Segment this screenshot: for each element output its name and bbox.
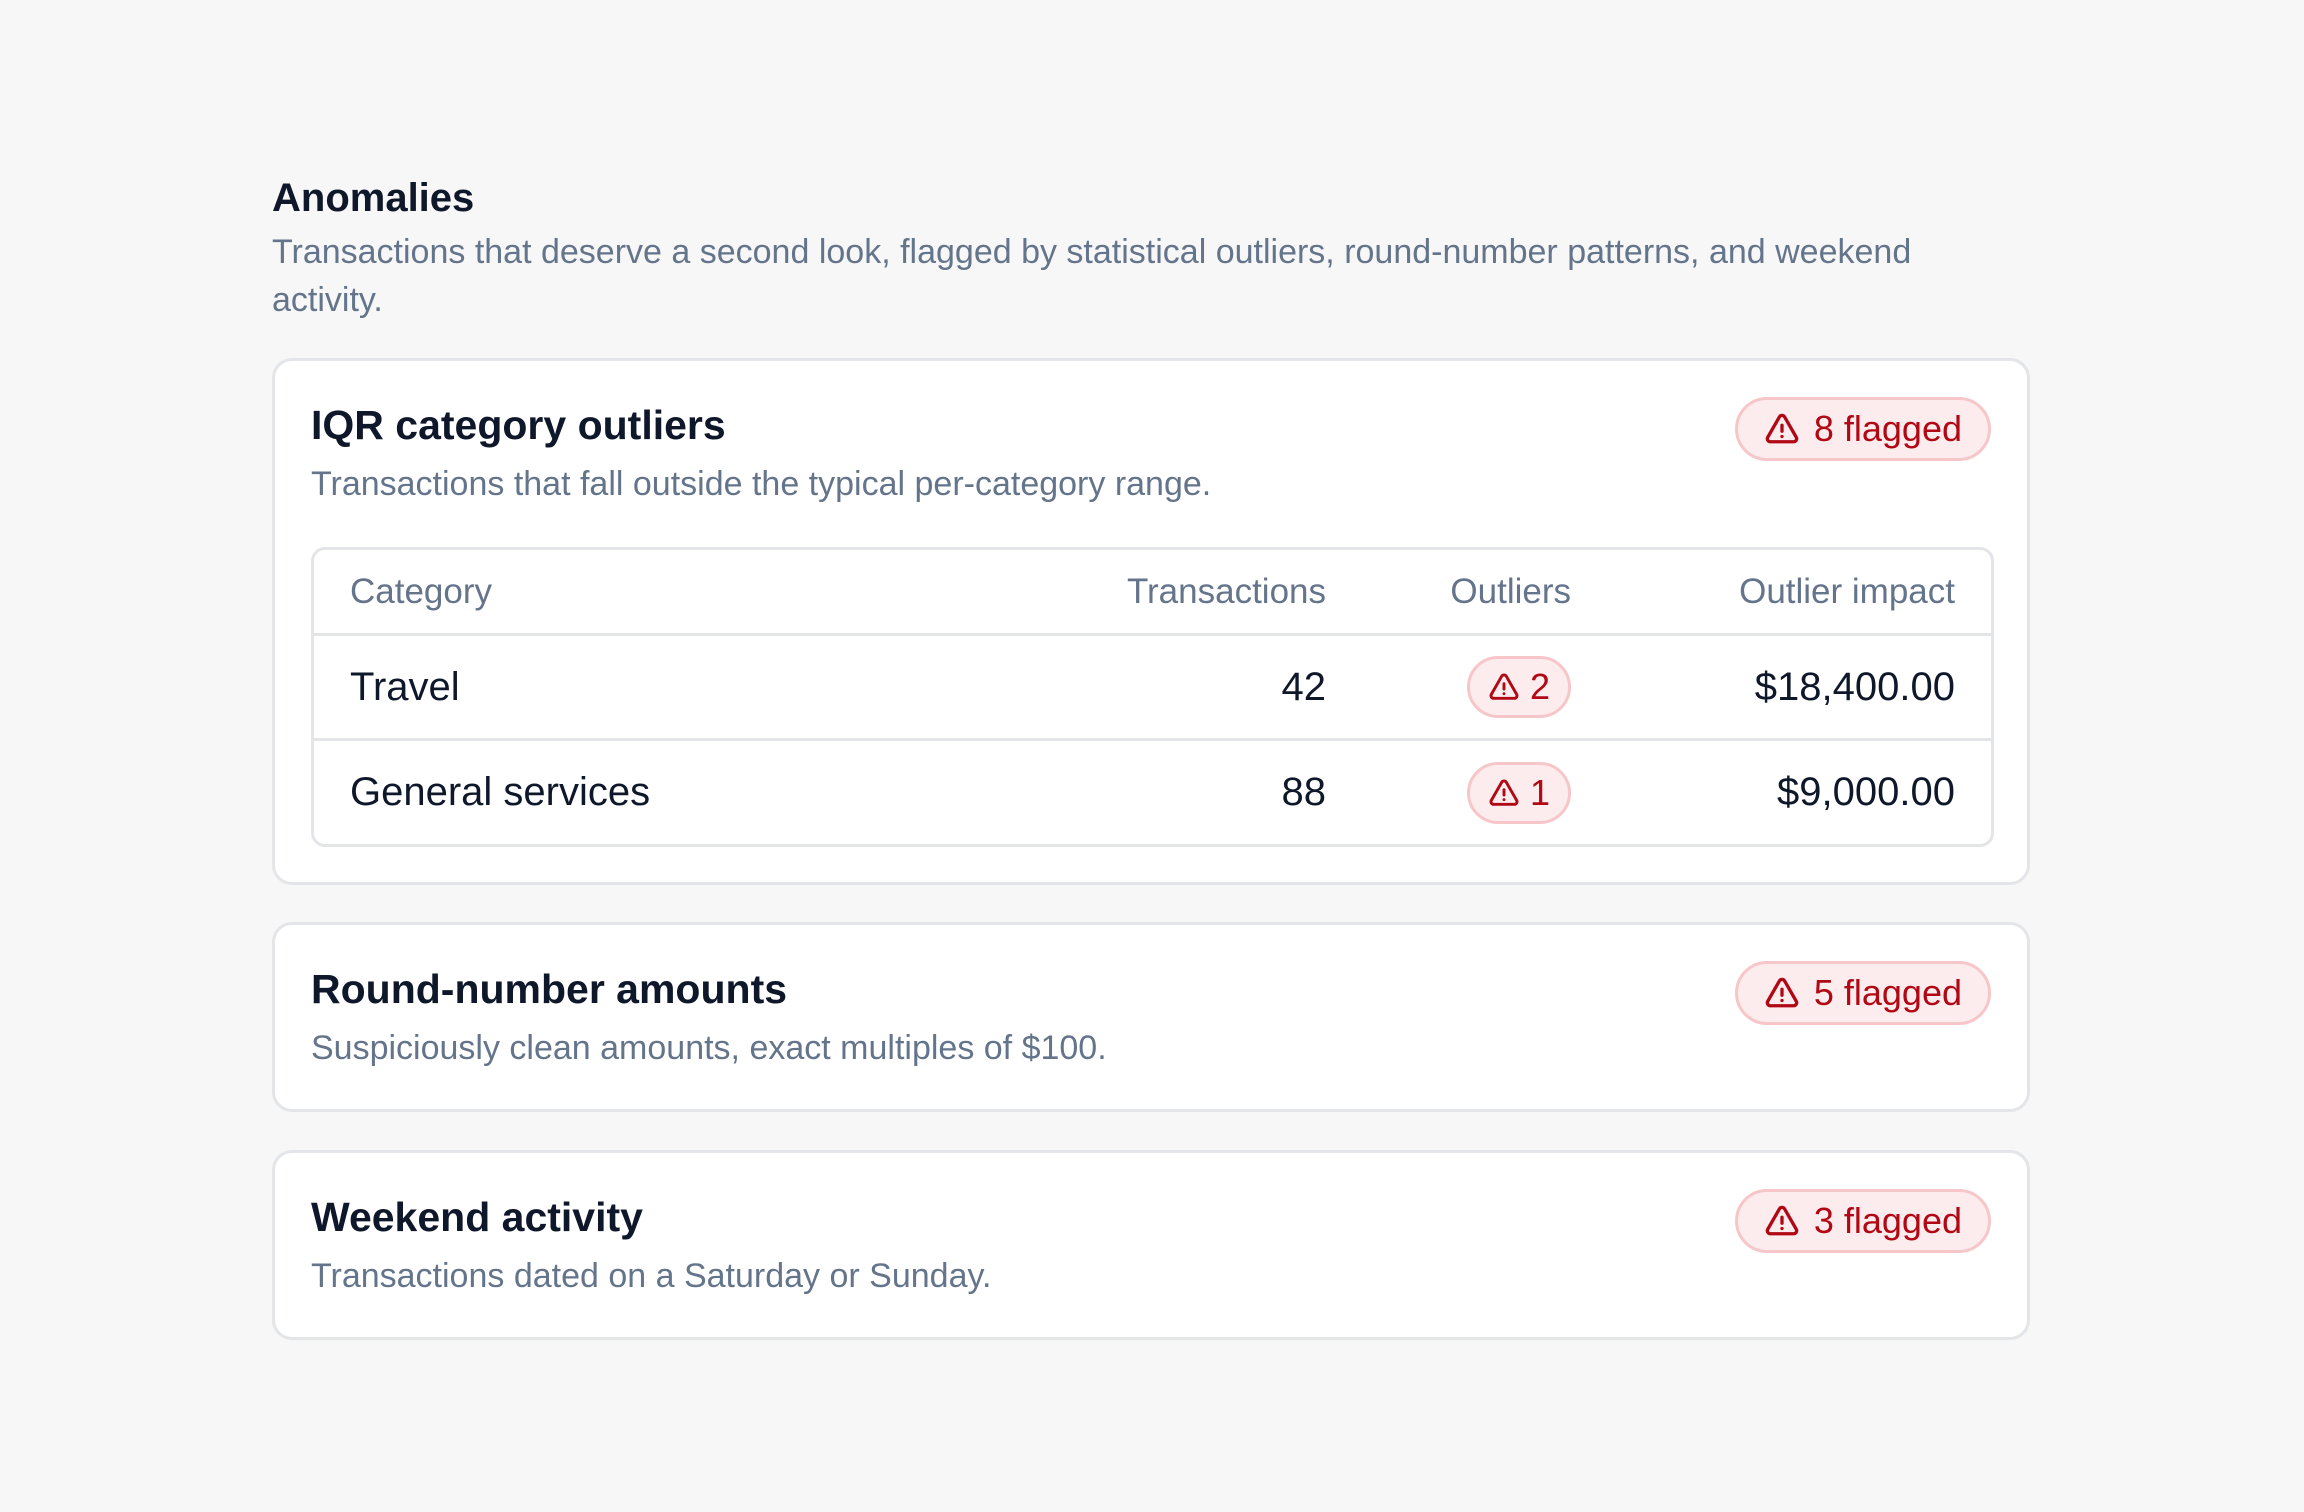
card-title: Weekend activity xyxy=(311,1194,643,1240)
flagged-count-badge: 5 flagged xyxy=(1734,961,1991,1025)
card-description: Suspiciously clean amounts, exact multip… xyxy=(311,1029,1107,1067)
flagged-count-label: 5 flagged xyxy=(1813,972,1962,1013)
column-header-outliers: Outliers xyxy=(1450,571,1571,611)
impact-cell: $9,000.00 xyxy=(1777,770,1955,814)
flagged-count-label: 8 flagged xyxy=(1813,408,1962,449)
card-description: Transactions dated on a Saturday or Sund… xyxy=(311,1257,992,1295)
flagged-count-badge: 3 flagged xyxy=(1734,1189,1991,1253)
outlier-count: 2 xyxy=(1529,666,1550,707)
column-header-transactions: Transactions xyxy=(1126,571,1326,611)
warning-triangle-icon xyxy=(1488,671,1520,703)
anomalies-section: Anomalies Transactions that deserve a se… xyxy=(272,172,2032,1340)
section-description: Transactions that deserve a second look,… xyxy=(272,233,1912,319)
card-title: Round-number amounts xyxy=(311,966,788,1012)
outlier-count-badge: 2 xyxy=(1466,656,1571,718)
table-row[interactable]: General services 88 1 $9,000.00 xyxy=(314,741,1991,844)
impact-cell: $18,400.00 xyxy=(1754,664,1955,709)
table-header-row: Category Transactions Outliers Outlier i… xyxy=(314,550,1991,636)
card-description: Transactions that fall outside the typic… xyxy=(311,465,1212,503)
column-header-impact: Outlier impact xyxy=(1739,571,1955,611)
weekend-activity-card: Weekend activity Transactions dated on a… xyxy=(272,1150,2030,1340)
flagged-count-label: 3 flagged xyxy=(1813,1200,1962,1241)
outliers-table: Category Transactions Outliers Outlier i… xyxy=(311,547,1994,847)
category-cell: Travel xyxy=(350,664,460,709)
iqr-outliers-card: IQR category outliers Transactions that … xyxy=(272,358,2030,885)
flagged-count-badge: 8 flagged xyxy=(1734,397,1991,461)
section-title: Anomalies xyxy=(272,176,475,220)
warning-triangle-icon xyxy=(1764,975,1800,1011)
outlier-count: 1 xyxy=(1529,771,1550,813)
category-cell: General services xyxy=(350,770,651,814)
warning-triangle-icon xyxy=(1764,411,1800,447)
outliers-cell: 1 xyxy=(1466,741,1571,844)
outliers-cell: 2 xyxy=(1466,636,1571,738)
transactions-cell: 42 xyxy=(1281,664,1327,709)
card-title: IQR category outliers xyxy=(311,402,726,448)
table-row[interactable]: Travel 42 2 $18,400.00 xyxy=(314,636,1991,741)
round-number-card: Round-number amounts Suspiciously clean … xyxy=(272,922,2030,1112)
transactions-cell: 88 xyxy=(1281,770,1327,814)
warning-triangle-icon xyxy=(1488,777,1520,809)
warning-triangle-icon xyxy=(1764,1203,1800,1239)
column-header-category: Category xyxy=(350,571,493,611)
outlier-count-badge: 1 xyxy=(1466,761,1571,824)
